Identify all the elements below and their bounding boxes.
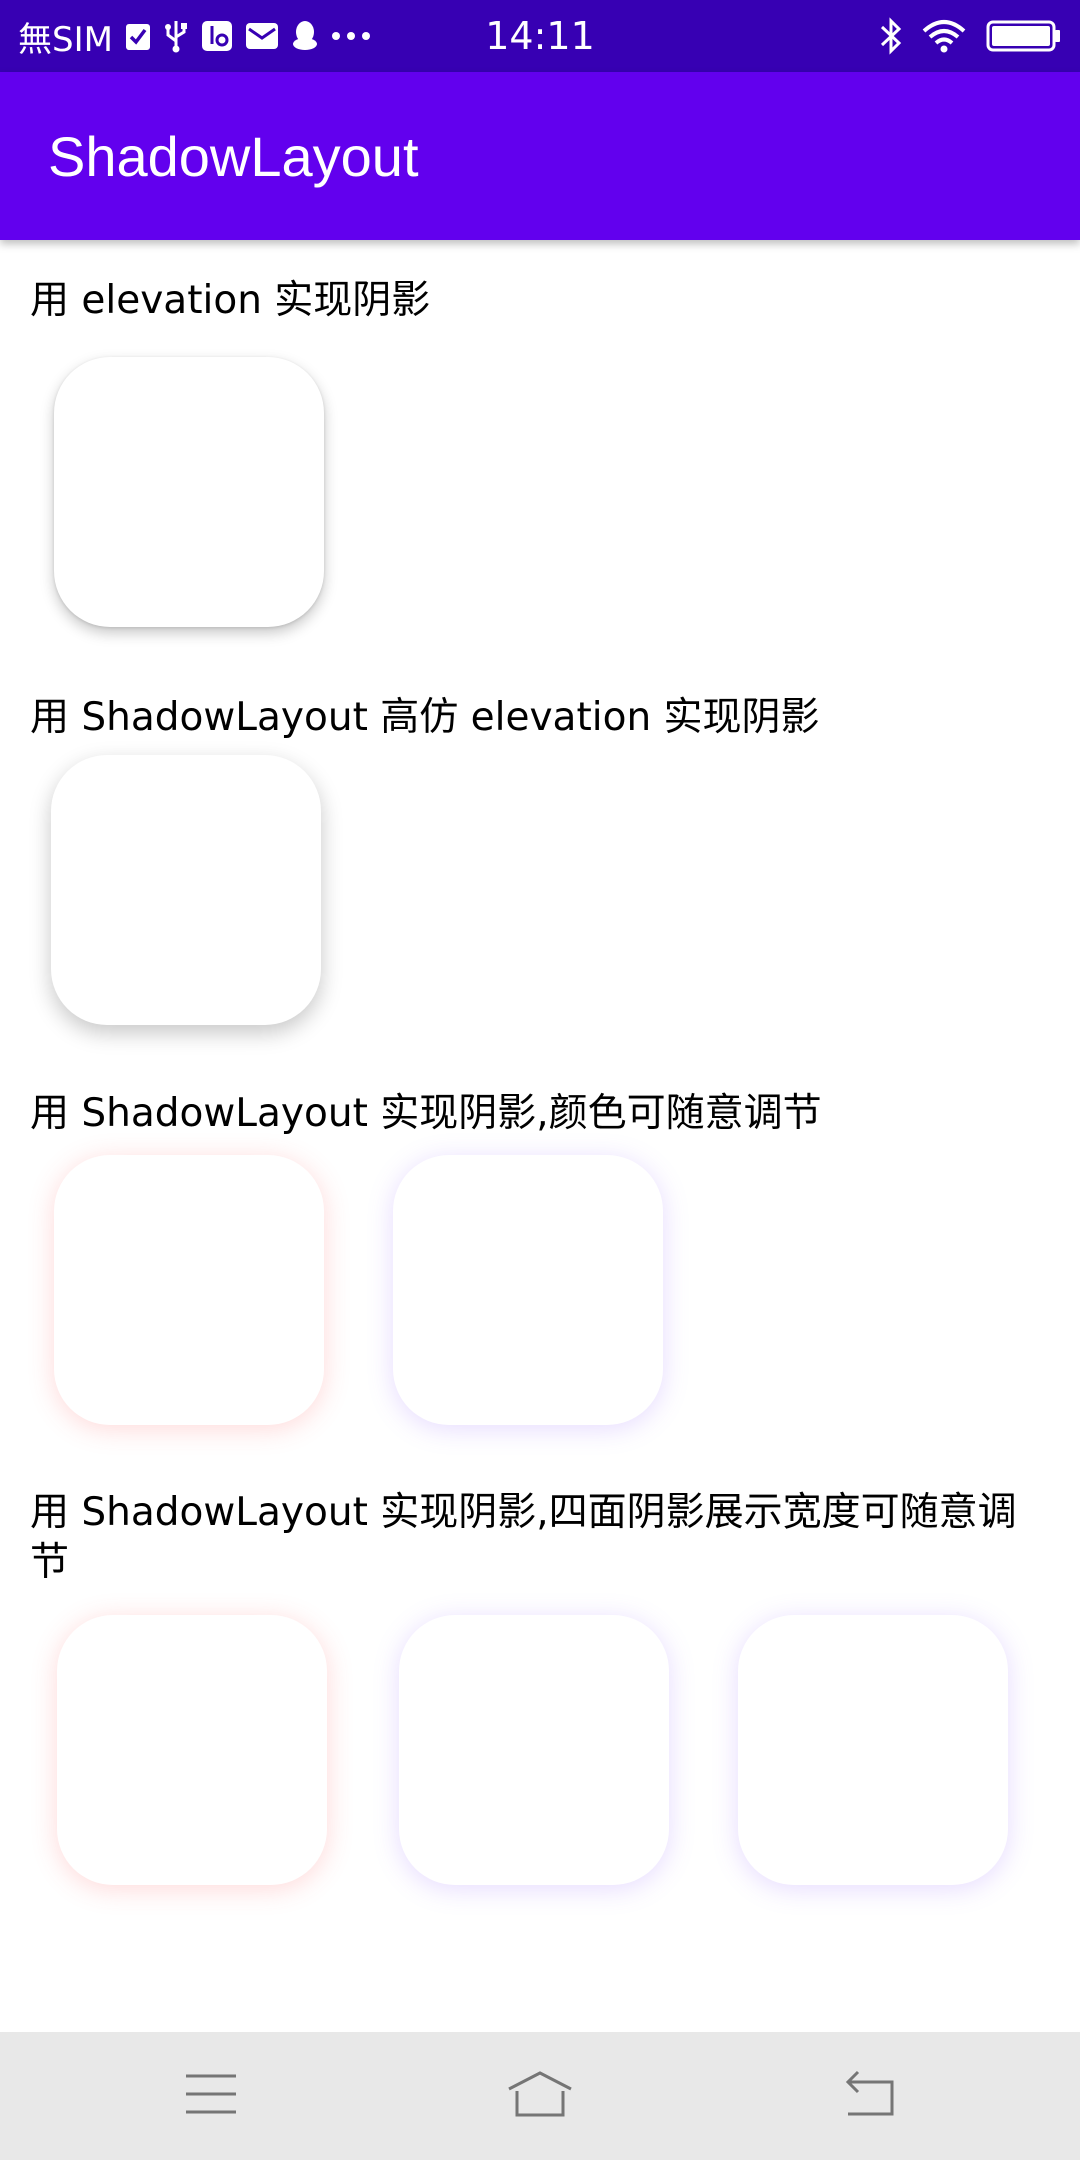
four-side-purple-card-1 [399,1615,669,1885]
four-side-red-card [57,1615,327,1885]
bluetooth-icon [880,17,902,55]
back-icon [842,2070,898,2122]
menu-button[interactable] [111,2032,311,2160]
section-label-color-adjustable: 用 ShadowLayout 实现阴影,颜色可随意调节 [30,1091,822,1136]
app-title: ShadowLayout [48,124,419,188]
section-label-imitate-elevation: 用 ShadowLayout 高仿 elevation 实现阴影 [30,695,820,740]
elevation-shadow-card [54,357,324,627]
shadowlayout-purple-card [393,1155,663,1425]
navigation-bar [0,2032,1080,2160]
battery-icon [986,19,1062,53]
section-label-elevation: 用 elevation 实现阴影 [30,278,431,323]
shadowlayout-red-card [54,1155,324,1425]
section-label-four-sides-adjustable: 用 ShadowLayout 实现阴影,四面阴影展示宽度可随意调节 [30,1490,1017,1585]
status-right-group [880,0,1062,72]
home-button[interactable] [440,2032,640,2160]
wifi-icon [922,19,966,53]
status-bar: 無SIM 14:11 [0,0,1080,72]
home-icon [505,2069,575,2123]
app-bar: ShadowLayout [0,72,1080,240]
shadowlayout-gray-card [51,755,321,1025]
menu-icon [184,2072,238,2120]
four-side-purple-card-2 [738,1615,1008,1885]
back-button[interactable] [770,2032,970,2160]
